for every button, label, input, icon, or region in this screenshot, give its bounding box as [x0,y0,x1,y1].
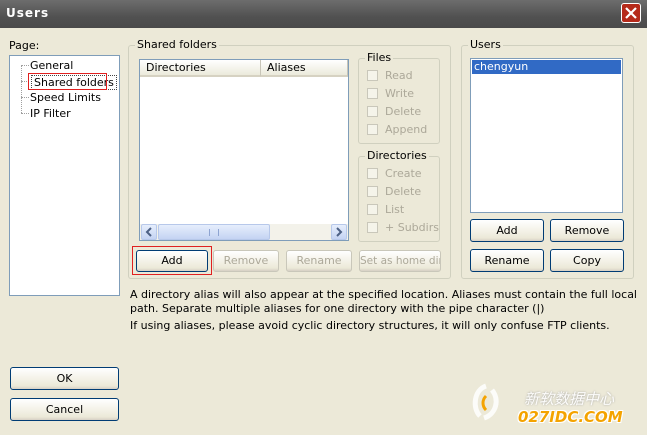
delete-file-label: Delete [385,105,422,118]
close-button[interactable] [621,3,641,23]
read-label: Read [385,69,413,82]
page-label: Page: [9,39,40,52]
directories-group: Directories Create Delete List + Subdirs [358,149,440,242]
remove-folder-button[interactable]: Remove [213,250,279,272]
delete-dir-label: Delete [385,185,422,198]
info-line-2: path. Separate multiple aliases for one … [130,302,545,315]
set-home-dir-button[interactable]: Set as home dir [359,250,441,272]
user-item-selected[interactable]: chengyun [472,60,621,74]
checkbox-box [367,186,378,197]
users-dialog: Users Page: General Shared folders Speed… [0,0,647,435]
chevron-right-icon [336,227,343,237]
checkbox-box [367,70,378,81]
close-icon [625,7,637,19]
highlight-box-add [132,246,212,275]
highlight-box-shared-folders [28,73,107,90]
column-header-aliases[interactable]: Aliases [261,60,348,77]
users-list[interactable]: chengyun [470,58,623,213]
page-tree: General Shared folders Speed Limits IP F… [9,55,120,296]
remove-user-button[interactable]: Remove [550,219,624,242]
tree-item-ip-filter[interactable]: IP Filter [30,107,71,120]
watermark-logo-icon [472,383,499,421]
files-group: Files Read Write Delete Append [358,51,440,144]
rename-folder-button[interactable]: Rename [286,250,352,272]
checkbox-box [367,88,378,99]
watermark-text-domain: 027IDC.COM [518,408,623,426]
tree-branch [21,113,29,114]
rename-user-button[interactable]: Rename [470,249,544,272]
users-group-title: Users [468,38,503,51]
scroll-right-button[interactable] [331,224,347,240]
info-line-1: A directory alias will also appear at th… [130,288,637,301]
ok-button[interactable]: OK [10,367,119,390]
watermark-text-cn: 新软数据中心 [524,390,615,408]
checkbox-box [367,204,378,215]
horizontal-scrollbar[interactable] [140,224,348,240]
info-line-3: If using aliases, please avoid cyclic di… [130,319,610,332]
checkbox-box [367,106,378,117]
chevron-left-icon [145,227,152,237]
window-title: Users [6,6,50,20]
tree-item-general[interactable]: General [30,59,73,72]
shared-folders-group-title: Shared folders [135,38,219,51]
list-label: List [385,203,405,216]
scroll-grip [209,229,219,236]
title-bar[interactable]: Users [0,0,647,28]
checkbox-box [367,222,378,233]
column-header-directories[interactable]: Directories [140,60,261,77]
checkbox-box [367,124,378,135]
tree-item-speed-limits[interactable]: Speed Limits [30,91,101,104]
add-user-button[interactable]: Add [470,219,544,242]
scroll-thumb[interactable] [158,224,270,240]
tree-branch [21,65,29,66]
directory-list[interactable]: Directories Aliases [139,59,349,241]
write-label: Write [385,87,415,100]
watermark-logo [466,382,506,422]
tree-branch [21,97,29,98]
tree-connector [21,65,22,113]
scroll-left-button[interactable] [141,224,157,240]
checkbox-box [367,168,378,179]
files-group-title: Files [365,51,394,64]
copy-user-button[interactable]: Copy [550,249,624,272]
directories-group-title: Directories [365,149,429,162]
subdirs-label: + Subdirs [385,221,439,234]
append-label: Append [385,123,428,136]
create-label: Create [385,167,422,180]
cancel-button[interactable]: Cancel [10,398,119,421]
